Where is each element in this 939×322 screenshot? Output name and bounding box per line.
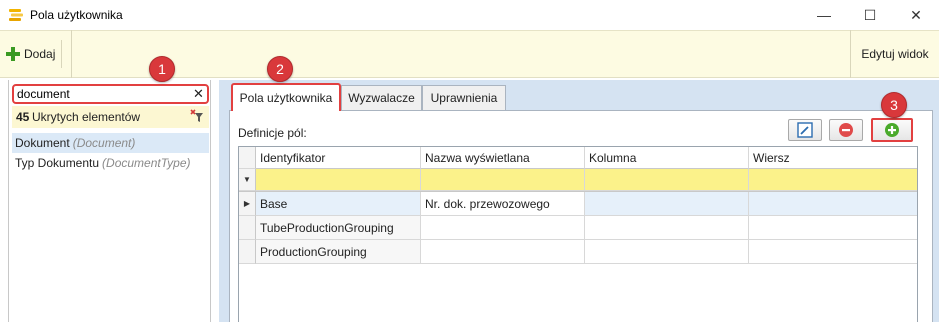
row-indicator [239, 216, 256, 240]
delete-button[interactable] [829, 119, 863, 141]
table-cell[interactable]: ProductionGrouping [256, 240, 421, 264]
column-header-column[interactable]: Kolumna [585, 147, 749, 169]
tab-label: Pola użytkownika [239, 91, 333, 105]
add-button-label: Dodaj [24, 47, 56, 61]
table-cell[interactable]: Base [256, 192, 421, 216]
list-item[interactable]: Dokument (Document) [12, 133, 209, 153]
table-cell[interactable] [421, 240, 585, 264]
hidden-elements-count: 45 [16, 110, 30, 124]
table-cell[interactable] [421, 216, 585, 240]
callout-marker-1: 1 [149, 56, 175, 82]
edit-button[interactable] [788, 119, 822, 141]
add-field-button[interactable] [871, 118, 913, 142]
table-cell[interactable] [585, 216, 749, 240]
list-item-name: Typ Dokumentu [15, 156, 100, 170]
close-button[interactable]: ✕ [893, 0, 939, 30]
table-cell[interactable] [749, 192, 917, 216]
definitions-grid: Identyfikator Nazwa wyświetlana Kolumna … [238, 146, 918, 322]
window-title: Pola użytkownika [30, 8, 123, 22]
add-icon [885, 123, 899, 137]
search-input-value: document [17, 87, 70, 101]
table-cell[interactable] [749, 216, 917, 240]
callout-marker-3: 3 [881, 92, 907, 118]
filter-cell[interactable] [421, 169, 585, 191]
column-header-display-name[interactable]: Nazwa wyświetlana [421, 147, 585, 169]
list-item-name: Dokument [15, 136, 70, 150]
tab-label: Wyzwalacze [348, 91, 415, 105]
current-row-indicator: ▶ [239, 192, 256, 216]
table-cell[interactable]: Nr. dok. przewozowego [421, 192, 585, 216]
toolbar-divider [71, 30, 72, 78]
row-indicator [239, 240, 256, 264]
edit-icon [797, 122, 813, 138]
edit-view-button[interactable]: Edytuj widok [850, 30, 939, 78]
clear-search-icon[interactable]: ✕ [193, 86, 204, 102]
table-cell[interactable] [585, 192, 749, 216]
title-bar [0, 0, 939, 30]
edit-view-label: Edytuj widok [861, 47, 929, 61]
filter-row-icon: ▼ [239, 169, 256, 191]
table-cell[interactable] [585, 240, 749, 264]
toolbar [0, 30, 939, 78]
column-header-row[interactable]: Wiersz [749, 147, 917, 169]
tab-label: Uprawnienia [430, 91, 498, 105]
tab-triggers[interactable]: Wyzwalacze [341, 85, 422, 110]
grid-corner [239, 147, 256, 169]
maximize-button[interactable]: ☐ [847, 0, 893, 30]
delete-icon [839, 123, 853, 137]
add-button[interactable]: Dodaj [6, 40, 63, 68]
callout-marker-2: 2 [267, 56, 293, 82]
list-item-type: (Document) [72, 136, 136, 150]
filter-clear-icon[interactable] [190, 109, 204, 123]
list-item[interactable]: Typ Dokumentu (DocumentType) [12, 153, 209, 173]
filter-cell[interactable] [585, 169, 749, 191]
filter-cell[interactable] [749, 169, 917, 191]
list-item-type: (DocumentType) [102, 156, 191, 170]
minimize-button[interactable]: — [801, 0, 847, 30]
column-header-identifier[interactable]: Identyfikator [256, 147, 421, 169]
table-cell[interactable]: TubeProductionGrouping [256, 216, 421, 240]
definitions-label: Definicje pól: [238, 126, 307, 140]
table-cell[interactable] [749, 240, 917, 264]
app-icon [9, 9, 23, 21]
hidden-elements-label: Ukrytych elementów [32, 110, 141, 124]
tab-permissions[interactable]: Uprawnienia [422, 85, 506, 110]
plus-icon [6, 47, 20, 61]
tab-user-fields[interactable]: Pola użytkownika [231, 83, 341, 111]
filter-cell[interactable] [256, 169, 421, 191]
